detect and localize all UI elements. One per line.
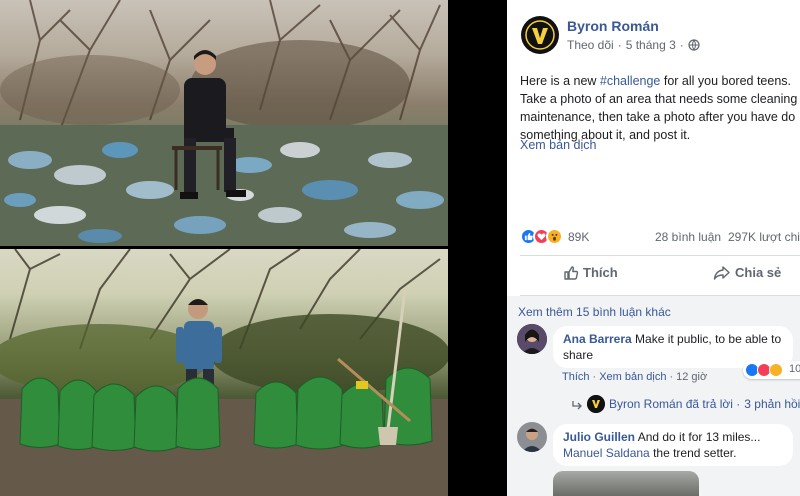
comment-text-cont: share bbox=[563, 348, 594, 362]
facebook-photo-viewer: Byron Román Theo dõi · 5 tháng 3 · Here is … bbox=[0, 0, 800, 496]
like-button[interactable]: Thích bbox=[563, 265, 618, 281]
commenter-avatar[interactable] bbox=[517, 324, 547, 354]
globe-icon bbox=[688, 39, 700, 51]
page-avatar-small bbox=[587, 395, 605, 413]
replies-link[interactable]: Byron Román đã trả lời · 3 phản hồi bbox=[571, 395, 800, 413]
comment-time[interactable]: 12 giờ bbox=[676, 371, 707, 383]
hashtag-link[interactable]: #challenge bbox=[600, 74, 660, 88]
comment-actions: Thích · Xem bản dịch · 12 giờ bbox=[562, 371, 708, 383]
divider-top bbox=[520, 255, 800, 256]
post-meta: Theo dõi · 5 tháng 3 · bbox=[567, 38, 700, 52]
commenter-avatar[interactable] bbox=[517, 422, 547, 452]
post-photo[interactable] bbox=[0, 0, 448, 496]
see-translation-link[interactable]: Xem bản dịch bbox=[520, 138, 596, 152]
reply-arrow-icon bbox=[572, 401, 582, 410]
comment-image-preview[interactable] bbox=[553, 471, 699, 496]
comments-count[interactable]: 28 bình luận bbox=[655, 230, 721, 244]
reply-author: Byron Román bbox=[609, 397, 683, 411]
post-panel: Byron Román Theo dõi · 5 tháng 3 · Here is … bbox=[507, 0, 800, 496]
comment-reactions[interactable]: 10 bbox=[743, 361, 800, 379]
view-more-comments-link[interactable]: Xem thêm 15 bình luận khác bbox=[518, 305, 671, 319]
comment-reaction-count: 10 bbox=[789, 363, 800, 375]
reply-label: đã trả lời bbox=[685, 397, 733, 411]
comment-text: And do it for 13 miles... bbox=[637, 430, 761, 444]
photo-after bbox=[0, 249, 448, 496]
comment-bubble: Julio Guillen And do it for 13 miles... … bbox=[553, 424, 793, 466]
share-icon bbox=[713, 266, 730, 280]
comment-like-link[interactable]: Thích bbox=[562, 371, 590, 383]
commenter-name[interactable]: Ana Barrera bbox=[563, 332, 632, 346]
shares-count[interactable]: 297K lượt chi bbox=[728, 230, 800, 244]
reactions-bar: 89K 28 bình luận 297K lượt chi bbox=[520, 227, 800, 247]
comment-text-cont: the trend setter. bbox=[649, 446, 737, 460]
comment-text: Make it public, to be able to bbox=[635, 332, 782, 346]
mention-link[interactable]: Manuel Saldana bbox=[563, 446, 650, 460]
share-button[interactable]: Chia sẻ bbox=[713, 265, 781, 281]
comments-section: Xem thêm 15 bình luận khác Ana Barrera M… bbox=[507, 296, 800, 496]
comment-translate-link[interactable]: Xem bản dịch bbox=[599, 371, 666, 383]
post-line-2: Take a photo of an area that needs some … bbox=[520, 92, 798, 106]
post-author[interactable]: Byron Román bbox=[567, 18, 659, 34]
team-logo-icon bbox=[522, 17, 558, 53]
post-header: Byron Román Theo dõi · 5 tháng 3 · bbox=[521, 16, 800, 56]
wow-reaction-icon bbox=[769, 363, 783, 377]
page-avatar[interactable] bbox=[521, 16, 559, 54]
after-scene bbox=[0, 249, 448, 496]
post-line-1: Here is a new #challenge for all you bor… bbox=[520, 74, 792, 88]
follow-link[interactable]: Theo dõi bbox=[567, 38, 614, 52]
commenter-name[interactable]: Julio Guillen bbox=[563, 430, 635, 444]
reply-count: 3 phản hồi bbox=[744, 397, 800, 411]
post-date[interactable]: 5 tháng 3 bbox=[626, 38, 676, 52]
like-icon bbox=[564, 266, 579, 280]
before-scene bbox=[0, 0, 448, 246]
wow-reaction-icon[interactable] bbox=[546, 228, 563, 245]
reactions-count[interactable]: 89K bbox=[568, 230, 589, 244]
post-line-3: maintenance, then take a photo after you… bbox=[520, 110, 796, 124]
photo-before bbox=[0, 0, 448, 246]
post-body: Here is a new #challenge for all you bor… bbox=[520, 72, 800, 144]
